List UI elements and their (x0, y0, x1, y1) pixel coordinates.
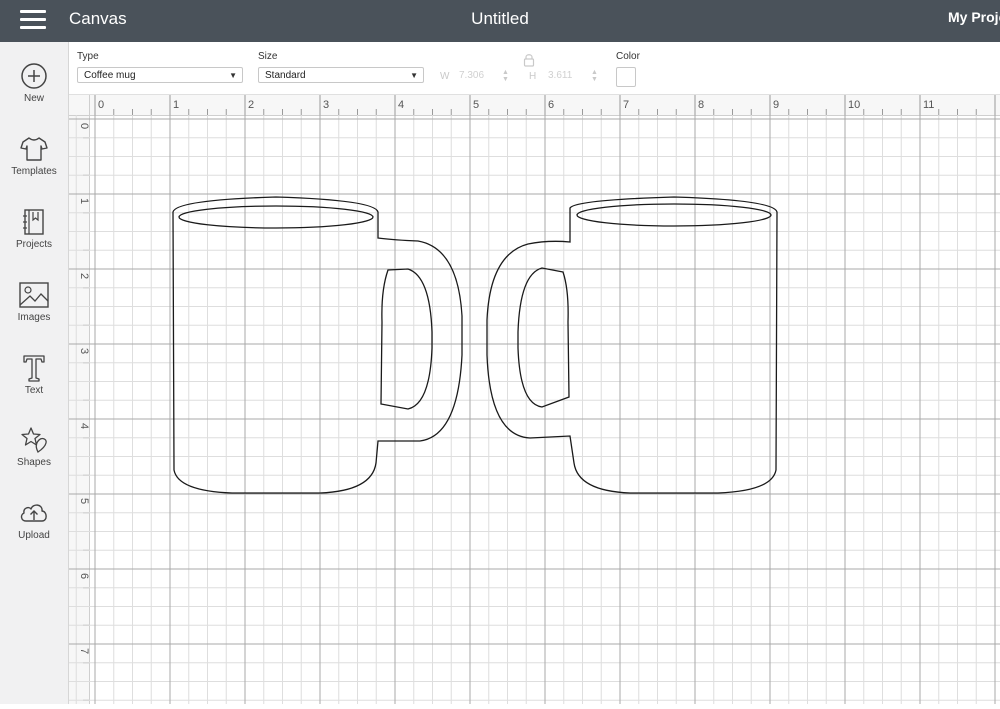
image-icon (19, 282, 49, 308)
sidebar-item-label: Text (24, 385, 44, 396)
sidebar-item-label: Templates (11, 166, 57, 177)
height-input[interactable]: 3.611 (548, 68, 572, 84)
ruler-top-ticks: 0 1 2 3 4 5 6 7 8 9 10 11 (94, 95, 996, 115)
sidebar-item-label: Shapes (17, 457, 51, 468)
plus-circle-icon (21, 63, 47, 89)
sidebar-item-templates[interactable]: Templates (0, 135, 68, 201)
properties-bar: Type Coffee mug ▼ Size Standard ▼ W 7.30… (69, 42, 1000, 95)
lock-icon[interactable] (523, 53, 535, 67)
height-stepper-icon[interactable]: ▲ ▼ (591, 69, 598, 83)
ruler-corner (69, 95, 90, 116)
color-label: Color (616, 51, 640, 62)
ruler-top-label: 0 (98, 99, 104, 111)
height-label: H (529, 71, 537, 82)
ruler-top-label: 8 (698, 99, 704, 111)
text-icon (23, 355, 45, 382)
left-sidebar: New Templates Projects Images Text Shape… (0, 42, 69, 704)
ruler-top-label: 11 (923, 99, 934, 111)
size-select-value: Standard (265, 70, 306, 81)
type-select[interactable]: Coffee mug ▼ (77, 67, 243, 83)
sidebar-item-label: Projects (15, 239, 53, 250)
ruler-top-label: 9 (773, 99, 779, 111)
size-select[interactable]: Standard ▼ (258, 67, 424, 83)
width-input[interactable]: 7.306 (459, 68, 484, 84)
document-title[interactable]: Untitled (0, 9, 1000, 29)
sidebar-item-shapes[interactable]: Shapes (0, 426, 68, 492)
ruler-top-label: 6 (548, 99, 554, 111)
sidebar-item-label: Upload (18, 530, 50, 541)
ruler-top-label: 4 (398, 99, 404, 111)
ruler-top-label: 5 (473, 99, 479, 111)
mug-shape-left[interactable] (172, 196, 463, 494)
tshirt-icon (20, 137, 48, 161)
sidebar-item-label: Images (17, 312, 51, 323)
sidebar-item-images[interactable]: Images (0, 281, 68, 347)
sidebar-item-label: New (23, 93, 44, 104)
color-swatch[interactable] (616, 67, 636, 87)
sidebar-item-projects[interactable]: Projects (0, 208, 68, 274)
notebook-icon (23, 209, 44, 235)
sidebar-item-upload[interactable]: Upload (0, 499, 68, 565)
caret-down-icon: ▼ (410, 71, 418, 80)
mug-shape-right[interactable] (486, 196, 778, 494)
ruler-top: 0 1 2 3 4 5 6 7 8 9 10 11 (69, 95, 1000, 116)
sidebar-item-text[interactable]: Text (0, 354, 68, 420)
canvas-grid (19, 43, 1000, 704)
design-canvas[interactable] (19, 43, 1000, 704)
ruler-top-label: 1 (173, 99, 179, 111)
ruler-top-label: 3 (323, 99, 329, 111)
caret-down-icon: ▼ (229, 71, 237, 80)
type-label: Type (77, 51, 99, 62)
size-label: Size (258, 51, 278, 62)
ruler-top-label: 10 (848, 99, 860, 111)
cloud-upload-icon (20, 504, 47, 522)
width-stepper-icon[interactable]: ▲ ▼ (502, 69, 509, 83)
type-select-value: Coffee mug (84, 70, 136, 81)
sidebar-item-new[interactable]: New (0, 62, 68, 128)
my-projects-link[interactable]: My Projects (948, 9, 1000, 25)
ruler-top-label: 7 (623, 99, 629, 111)
width-label: W (440, 71, 450, 82)
shapes-icon (21, 427, 47, 453)
top-bar: Canvas Untitled My Projects (0, 0, 1000, 42)
ruler-top-label: 2 (248, 99, 254, 111)
